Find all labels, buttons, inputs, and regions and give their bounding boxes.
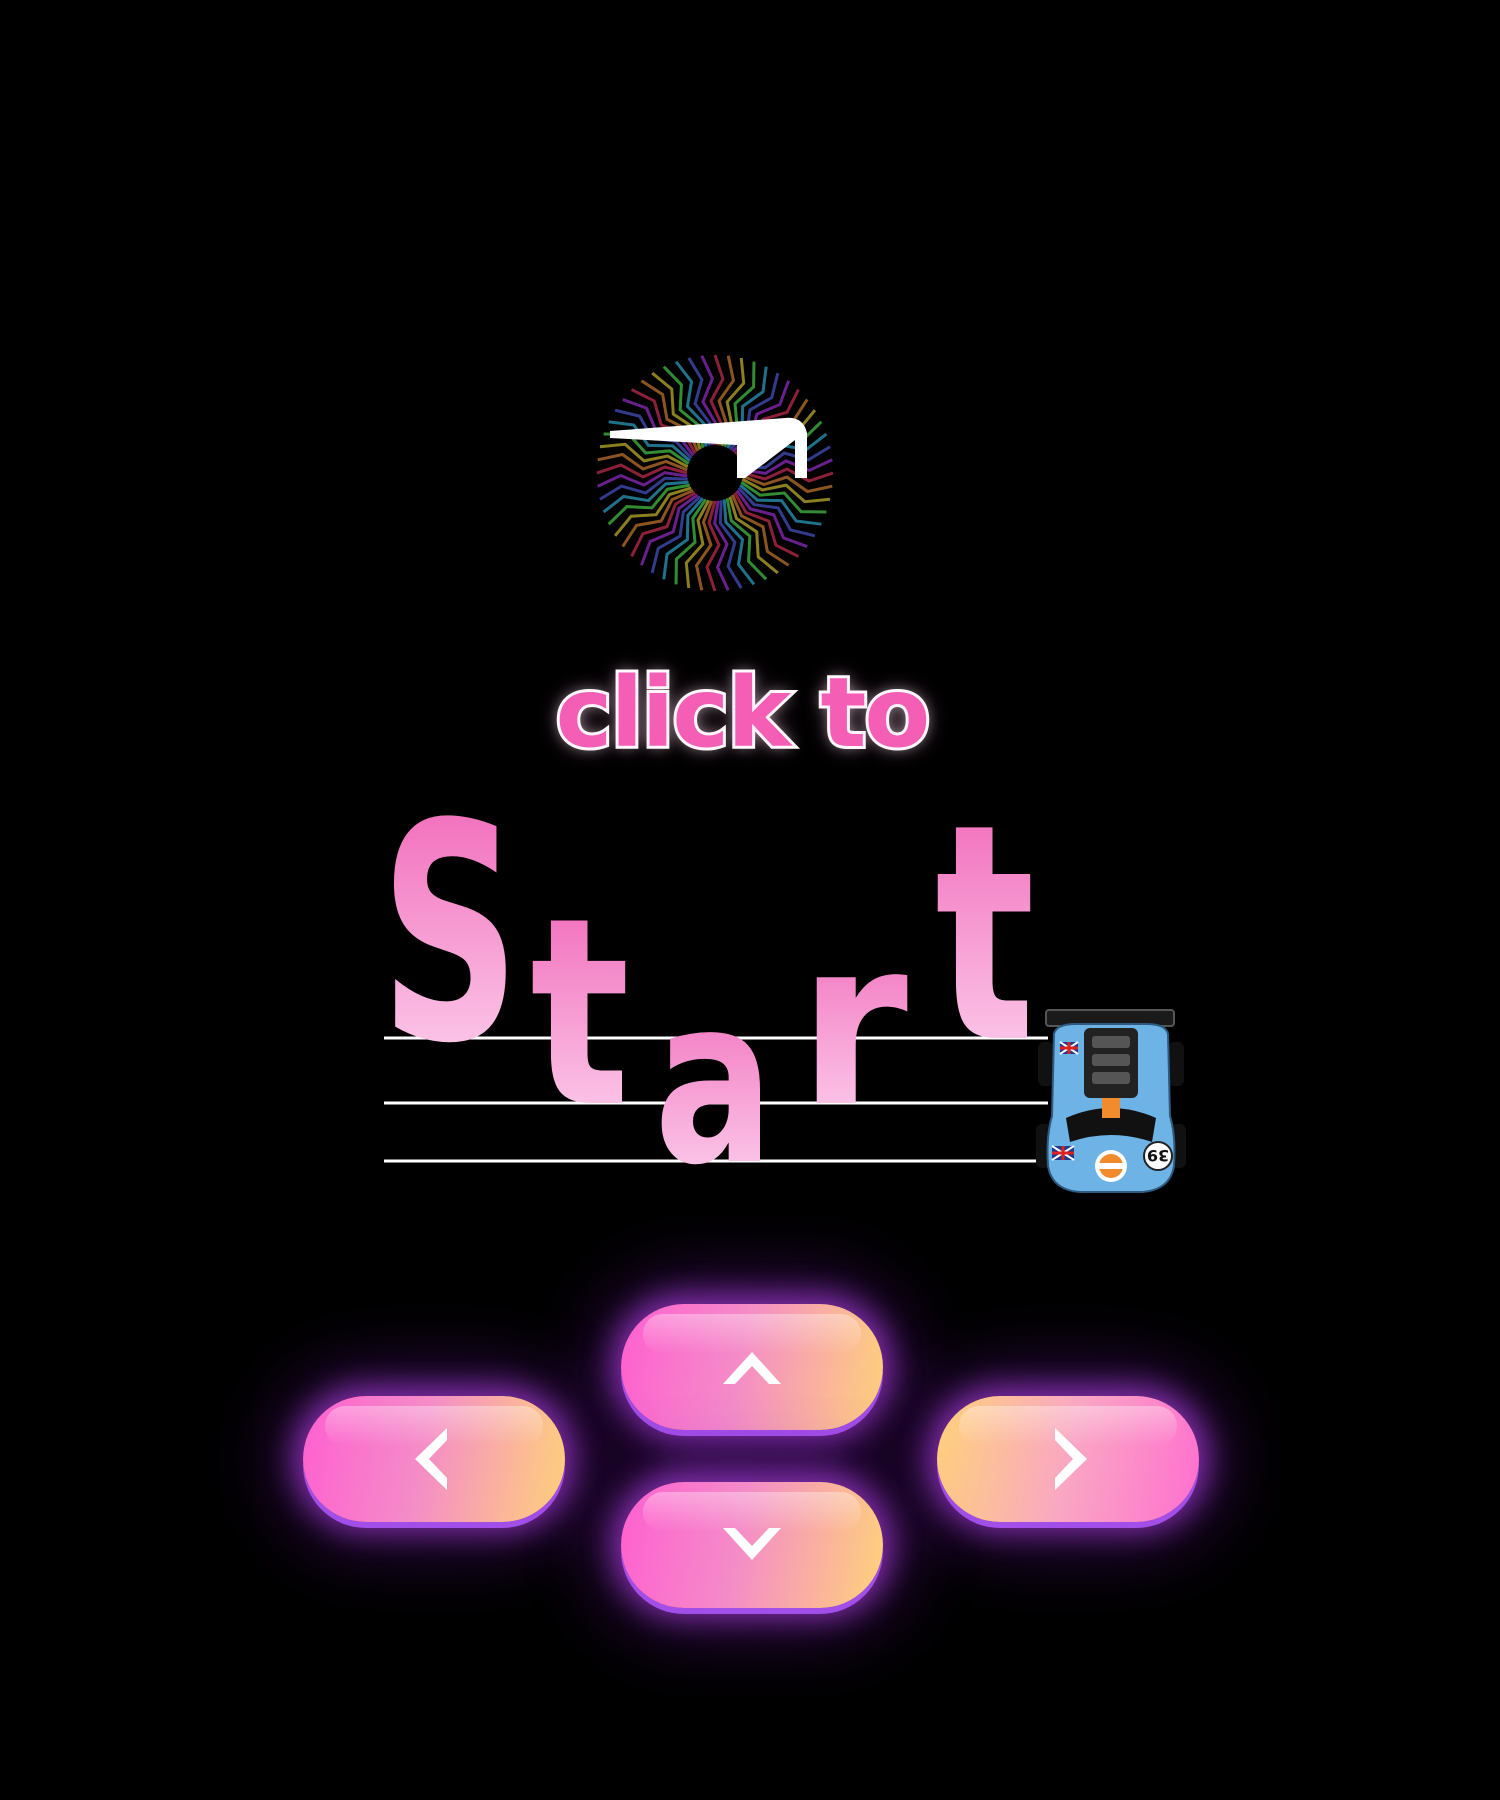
start-letter-t2: t	[935, 760, 1035, 1109]
down-arrow-button[interactable]	[621, 1482, 883, 1608]
logo-ray	[722, 499, 756, 586]
click-to-text[interactable]: click to	[0, 662, 1492, 764]
chevron-up-icon	[717, 1332, 787, 1402]
start-letter-t1: t	[530, 863, 630, 1165]
start-letter-r: r	[798, 891, 908, 1158]
car-number: 39	[1147, 1146, 1169, 1165]
uk-flag-icon	[1059, 1041, 1079, 1055]
race-car: 39	[1036, 1006, 1186, 1194]
left-arrow-button[interactable]	[303, 1396, 565, 1522]
start-letter-s: S	[380, 760, 520, 1109]
up-arrow-button[interactable]	[621, 1304, 883, 1430]
spinning-logo[interactable]	[590, 348, 840, 598]
chevron-right-icon	[1033, 1424, 1103, 1494]
spinning-logo-icon	[596, 354, 834, 592]
chevron-down-icon	[717, 1510, 787, 1580]
race-car-icon: 39	[1036, 1009, 1186, 1193]
logo-ray	[602, 480, 689, 514]
right-arrow-button[interactable]	[937, 1396, 1199, 1522]
chevron-left-icon	[399, 1424, 469, 1494]
uk-flag-icon	[1051, 1145, 1075, 1161]
start-letter-a: a	[654, 949, 774, 1216]
